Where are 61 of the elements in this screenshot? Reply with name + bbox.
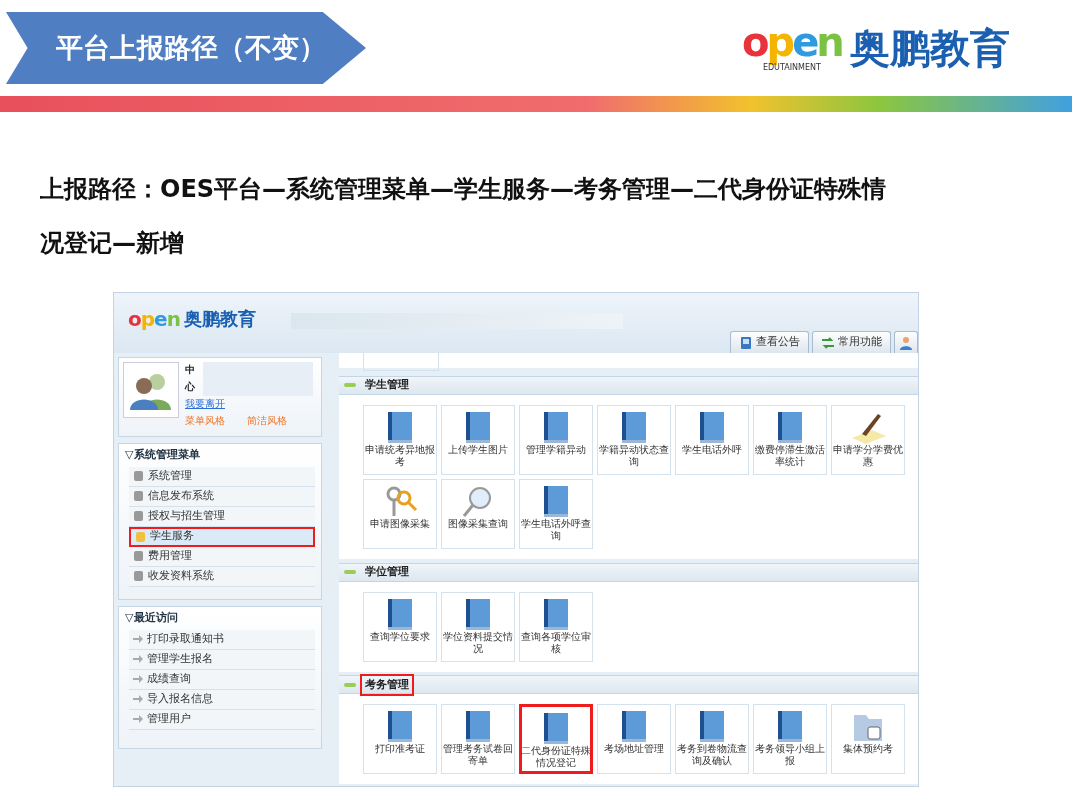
arrow-icon <box>133 695 143 703</box>
function-tile[interactable]: 上传学生图片 <box>441 404 515 475</box>
function-tile[interactable]: 学生电话外呼查询 <box>519 478 593 549</box>
function-tile[interactable]: 打印准考证 <box>363 704 437 775</box>
arrow-icon <box>133 715 143 723</box>
arrows-icon <box>821 335 835 350</box>
function-tile[interactable]: 查询各项学位审核 <box>519 591 593 662</box>
menu-item[interactable]: 收发资料系统 <box>129 566 315 587</box>
panel-title: 系统管理菜单 <box>134 448 201 461</box>
notice-icon <box>739 335 753 350</box>
menu-item[interactable]: 信息发布系统 <box>129 486 315 507</box>
recent-item[interactable]: 打印录取通知书 <box>129 629 315 650</box>
collapse-icon <box>344 569 356 576</box>
instruction-text: 上报路径：OES平台—系统管理菜单—学生服务—考务管理—二代身份证特殊情况登记—新增 <box>40 174 888 259</box>
function-tile[interactable]: 学籍异动状态查询 <box>597 404 671 475</box>
recent-item[interactable]: 管理学生报名 <box>129 649 315 670</box>
function-tile[interactable]: 集体预约考 <box>831 704 905 775</box>
menu-item[interactable]: 学生服务 <box>129 526 315 547</box>
function-tile[interactable]: 考务领导小组上报 <box>753 704 827 775</box>
collapse-toggle[interactable]: ▽ <box>125 448 134 461</box>
tab[interactable]: 常用功能 <box>812 331 891 353</box>
arrow-icon <box>133 635 143 643</box>
logo-name: 奥鹏教育 <box>849 24 1010 73</box>
logo-wordmark: open EDUTAINMENT <box>742 22 842 74</box>
function-tile[interactable]: 申请图像采集 <box>363 478 437 549</box>
collapse-icon <box>344 681 356 688</box>
logo-wordmark: open <box>128 308 180 329</box>
section-title[interactable]: 学生管理 <box>360 374 414 397</box>
recent-item[interactable]: 导入报名信息 <box>129 689 315 710</box>
leave-link[interactable]: 我要离开 <box>185 396 287 411</box>
function-tile[interactable]: 申请学分学费优惠 <box>831 404 905 475</box>
collapse-icon <box>344 382 356 389</box>
function-tile[interactable]: 考场地址管理 <box>597 704 671 775</box>
user-info: 心 <box>185 380 196 394</box>
panel-title: 最近访问 <box>134 611 179 624</box>
function-tile[interactable]: 图像采集查询 <box>441 478 515 549</box>
function-tile[interactable]: 查询学位要求 <box>363 591 437 662</box>
function-tile[interactable]: 缴费停滞生激活率统计 <box>753 404 827 475</box>
tile[interactable] <box>363 353 439 371</box>
function-tile[interactable]: 考务到卷物流查询及确认 <box>675 704 749 775</box>
logo-name: 奥鹏教育 <box>183 307 256 331</box>
arrow-icon <box>133 675 143 683</box>
recent-item[interactable]: 成绩查询 <box>129 669 315 690</box>
user-tab[interactable] <box>894 331 918 353</box>
section-title[interactable]: 学位管理 <box>360 560 414 584</box>
function-tile[interactable]: 学生电话外呼 <box>675 404 749 475</box>
menu-item[interactable]: 系统管理 <box>129 466 315 487</box>
tab[interactable]: 查看公告 <box>730 331 809 353</box>
function-tile[interactable]: 申请统考异地报考 <box>363 404 437 475</box>
function-tile[interactable]: 管理学籍异动 <box>519 404 593 475</box>
section-title[interactable]: 考务管理 <box>360 673 414 697</box>
slide-title-banner: 平台上报路径（不变） <box>6 12 366 84</box>
user-icon <box>899 335 913 350</box>
arrow-icon <box>133 655 143 663</box>
function-tile[interactable]: 学位资料提交情况 <box>441 591 515 662</box>
menu-item[interactable]: 授权与招生管理 <box>129 506 315 527</box>
user-name: 中 <box>185 363 196 377</box>
logo-tagline: EDUTAINMENT <box>762 63 821 74</box>
recent-item[interactable]: 管理用户 <box>129 709 315 730</box>
collapse-toggle[interactable]: ▽ <box>125 611 134 624</box>
function-tile[interactable]: 管理考务试卷回寄单 <box>441 704 515 775</box>
